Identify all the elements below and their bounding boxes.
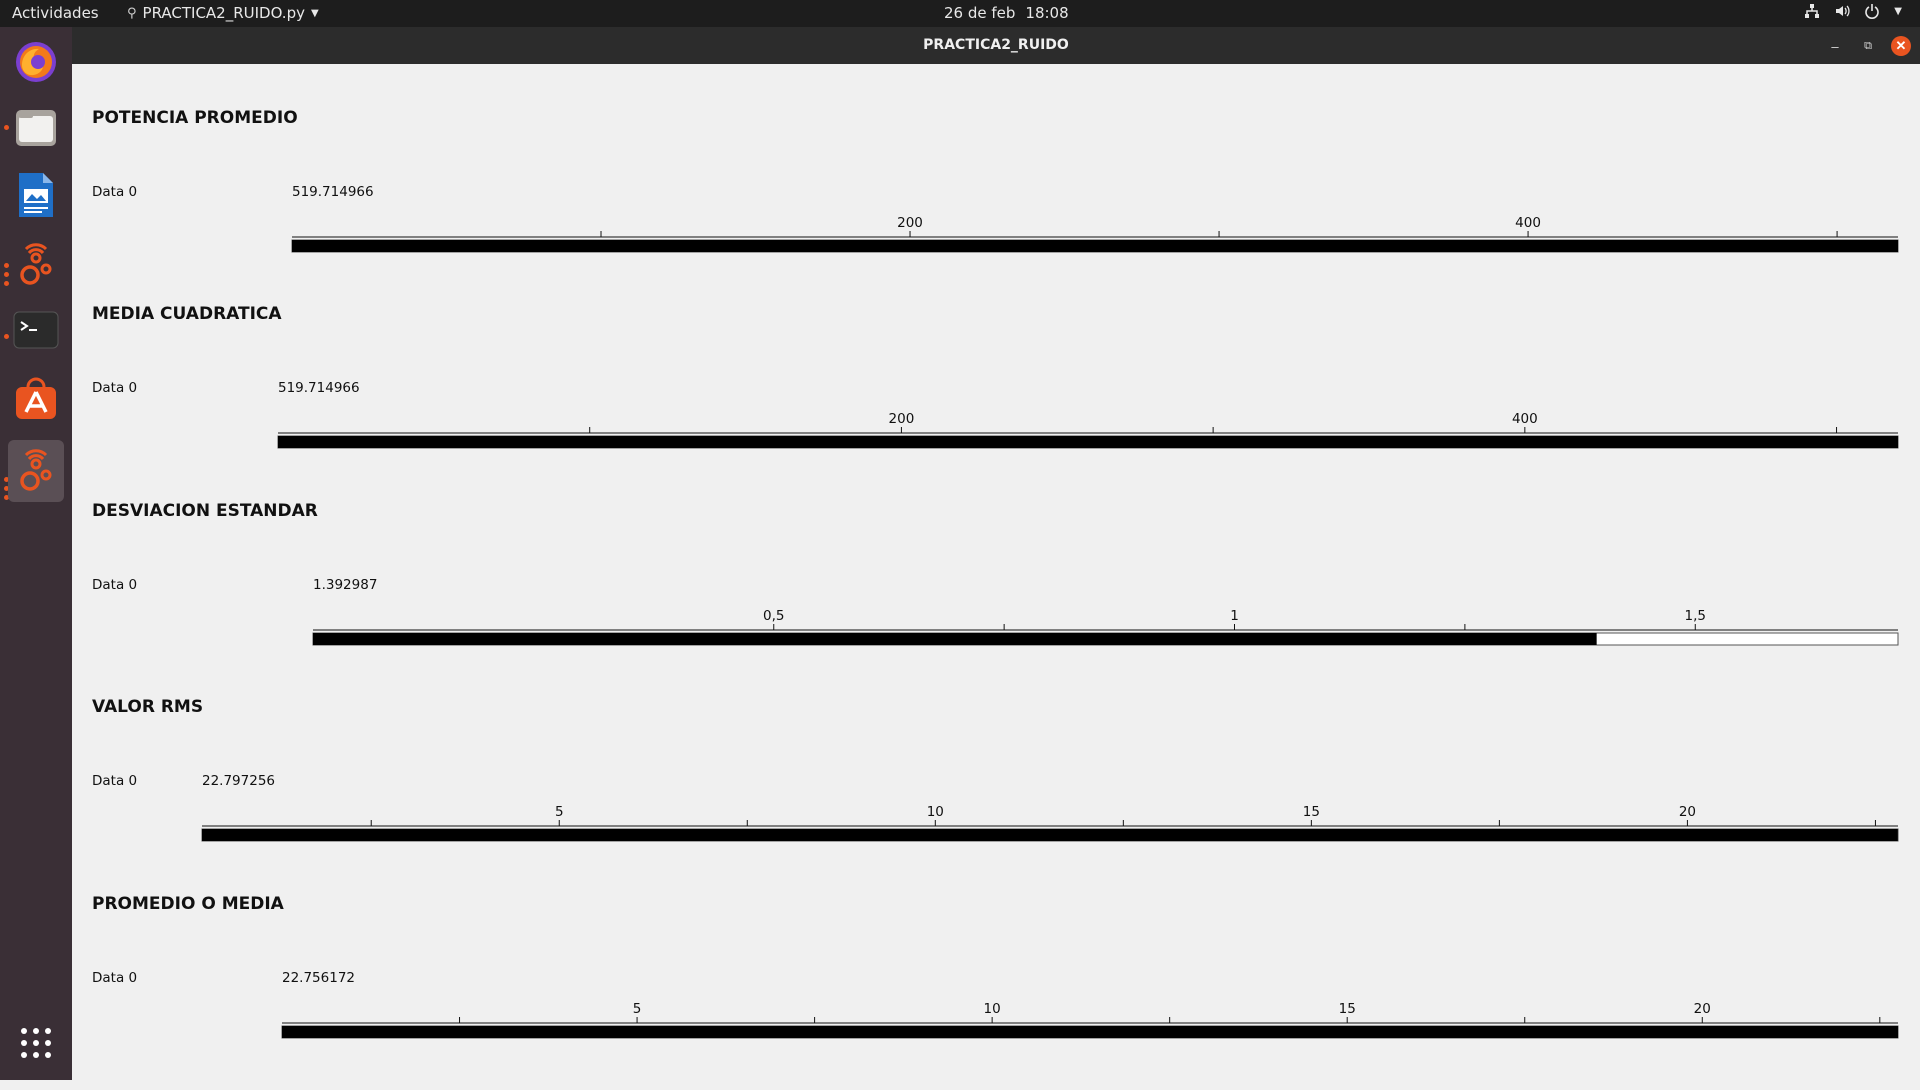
section-title: PROMEDIO O MEDIA — [92, 894, 284, 914]
data-label: Data 0 — [92, 184, 138, 200]
gnuradio-icon — [16, 239, 56, 292]
app-menu[interactable]: ⚲ PRACTICA2_RUIDO.py ▼ — [127, 4, 319, 22]
section-title: MEDIA CUADRATICA — [92, 304, 282, 324]
meter-tick-label: 0,5 — [763, 608, 784, 624]
level-meter: 200 400 — [291, 215, 1899, 253]
meter-tick-label: 15 — [1339, 1001, 1356, 1017]
close-button[interactable]: ✕ — [1891, 36, 1911, 56]
software-center-icon — [13, 375, 59, 426]
meter-tick-label: 400 — [1515, 215, 1541, 231]
chevron-down-icon: ▼ — [310, 7, 319, 19]
window-title: PRACTICA2_RUIDO — [923, 37, 1069, 53]
section-valor-rms: VALOR RMS Data 0 22.797256 5 10 15 20 — [72, 697, 1920, 893]
data-label: Data 0 — [92, 380, 138, 396]
firefox-icon — [12, 37, 60, 90]
activities-button[interactable]: Actividades — [12, 4, 99, 22]
dock-software[interactable] — [8, 372, 64, 428]
meter-tick-label: 200 — [897, 215, 923, 231]
data-value: 22.797256 — [202, 773, 276, 789]
chevron-down-icon: ▼ — [1894, 6, 1902, 17]
meter-tick-label: 200 — [889, 411, 915, 427]
meter-tick-label: 5 — [555, 804, 564, 820]
data-value: 22.756172 — [282, 970, 356, 986]
dock-terminal[interactable] — [8, 304, 64, 360]
minimize-icon: – — [1831, 38, 1839, 54]
window-content: POTENCIA PROMEDIO Data 0 519.714966 200 4… — [72, 64, 1920, 1080]
meter-tick-label: 15 — [1303, 804, 1320, 820]
level-meter: 0,5 1 1,5 — [312, 608, 1899, 646]
section-potencia-promedio: POTENCIA PROMEDIO Data 0 519.714966 200 4… — [72, 108, 1920, 304]
restore-button[interactable]: ⧉ — [1858, 36, 1878, 56]
level-meter: 5 10 15 20 — [201, 804, 1899, 842]
data-label: Data 0 — [92, 577, 138, 593]
meter-tick-label: 1,5 — [1685, 608, 1706, 624]
meter-fill — [282, 1026, 1898, 1038]
terminal-icon — [13, 310, 59, 355]
meter-fill — [313, 633, 1597, 645]
clock-time: 18:08 — [1025, 4, 1069, 22]
section-media-cuadratica: MEDIA CUADRATICA Data 0 519.714966 200 40… — [72, 304, 1920, 500]
meter-fill — [202, 829, 1898, 841]
meter-tick-label: 10 — [984, 1001, 1001, 1017]
data-value: 519.714966 — [292, 184, 374, 200]
data-value: 1.392987 — [313, 577, 378, 593]
section-title: DESVIACION ESTANDAR — [92, 501, 318, 521]
section-promedio-o-media: PROMEDIO O MEDIA Data 0 22.756172 5 10 15 2… — [72, 894, 1920, 1090]
minimize-button[interactable]: – — [1825, 36, 1845, 56]
files-icon — [13, 104, 59, 155]
section-title: VALOR RMS — [92, 697, 204, 717]
app-menu-label: PRACTICA2_RUIDO.py — [142, 4, 305, 22]
writer-icon — [15, 171, 57, 224]
app-menu-icon: ⚲ — [127, 5, 137, 21]
meter-tick-label: 20 — [1679, 804, 1696, 820]
gnuradio-icon — [16, 445, 56, 498]
apps-grid-icon — [19, 1026, 53, 1065]
meter-tick-label: 1 — [1230, 608, 1239, 624]
section-title: POTENCIA PROMEDIO — [92, 108, 298, 128]
dock-gnuradio[interactable] — [8, 237, 64, 293]
data-value: 519.714966 — [278, 380, 360, 396]
meter-fill — [278, 436, 1898, 448]
section-desviacion-estandar: DESVIACION ESTANDAR Data 0 1.392987 0,5 1… — [72, 501, 1920, 697]
meter-tick-label: 400 — [1512, 411, 1538, 427]
meter-tick-label: 5 — [633, 1001, 642, 1017]
clock[interactable]: 26 de feb 18:08 — [944, 4, 1069, 22]
meter-tick-label: 10 — [927, 804, 944, 820]
system-tray[interactable]: ▼ — [1804, 3, 1902, 23]
window-titlebar[interactable]: PRACTICA2_RUIDO – ⧉ ✕ — [72, 27, 1920, 64]
data-label: Data 0 — [92, 773, 138, 789]
dock — [0, 27, 72, 1080]
top-bar: Actividades ⚲ PRACTICA2_RUIDO.py ▼ 26 de… — [0, 0, 1920, 27]
data-label: Data 0 — [92, 970, 138, 986]
volume-icon — [1834, 3, 1850, 23]
show-apps-button[interactable] — [8, 1017, 64, 1073]
power-icon — [1864, 3, 1880, 23]
meter-fill — [292, 240, 1898, 252]
clock-date: 26 de feb — [944, 4, 1016, 22]
meter-tick-label: 20 — [1694, 1001, 1711, 1017]
level-meter: 5 10 15 20 — [281, 1001, 1899, 1039]
restore-icon: ⧉ — [1864, 39, 1872, 52]
dock-firefox[interactable] — [8, 35, 64, 91]
close-icon: ✕ — [1895, 38, 1907, 53]
dock-gnuradio-active[interactable] — [8, 440, 64, 502]
dock-files[interactable] — [8, 101, 64, 157]
dock-writer[interactable] — [8, 169, 64, 225]
level-meter: 200 400 — [277, 411, 1899, 449]
network-icon — [1804, 3, 1820, 23]
